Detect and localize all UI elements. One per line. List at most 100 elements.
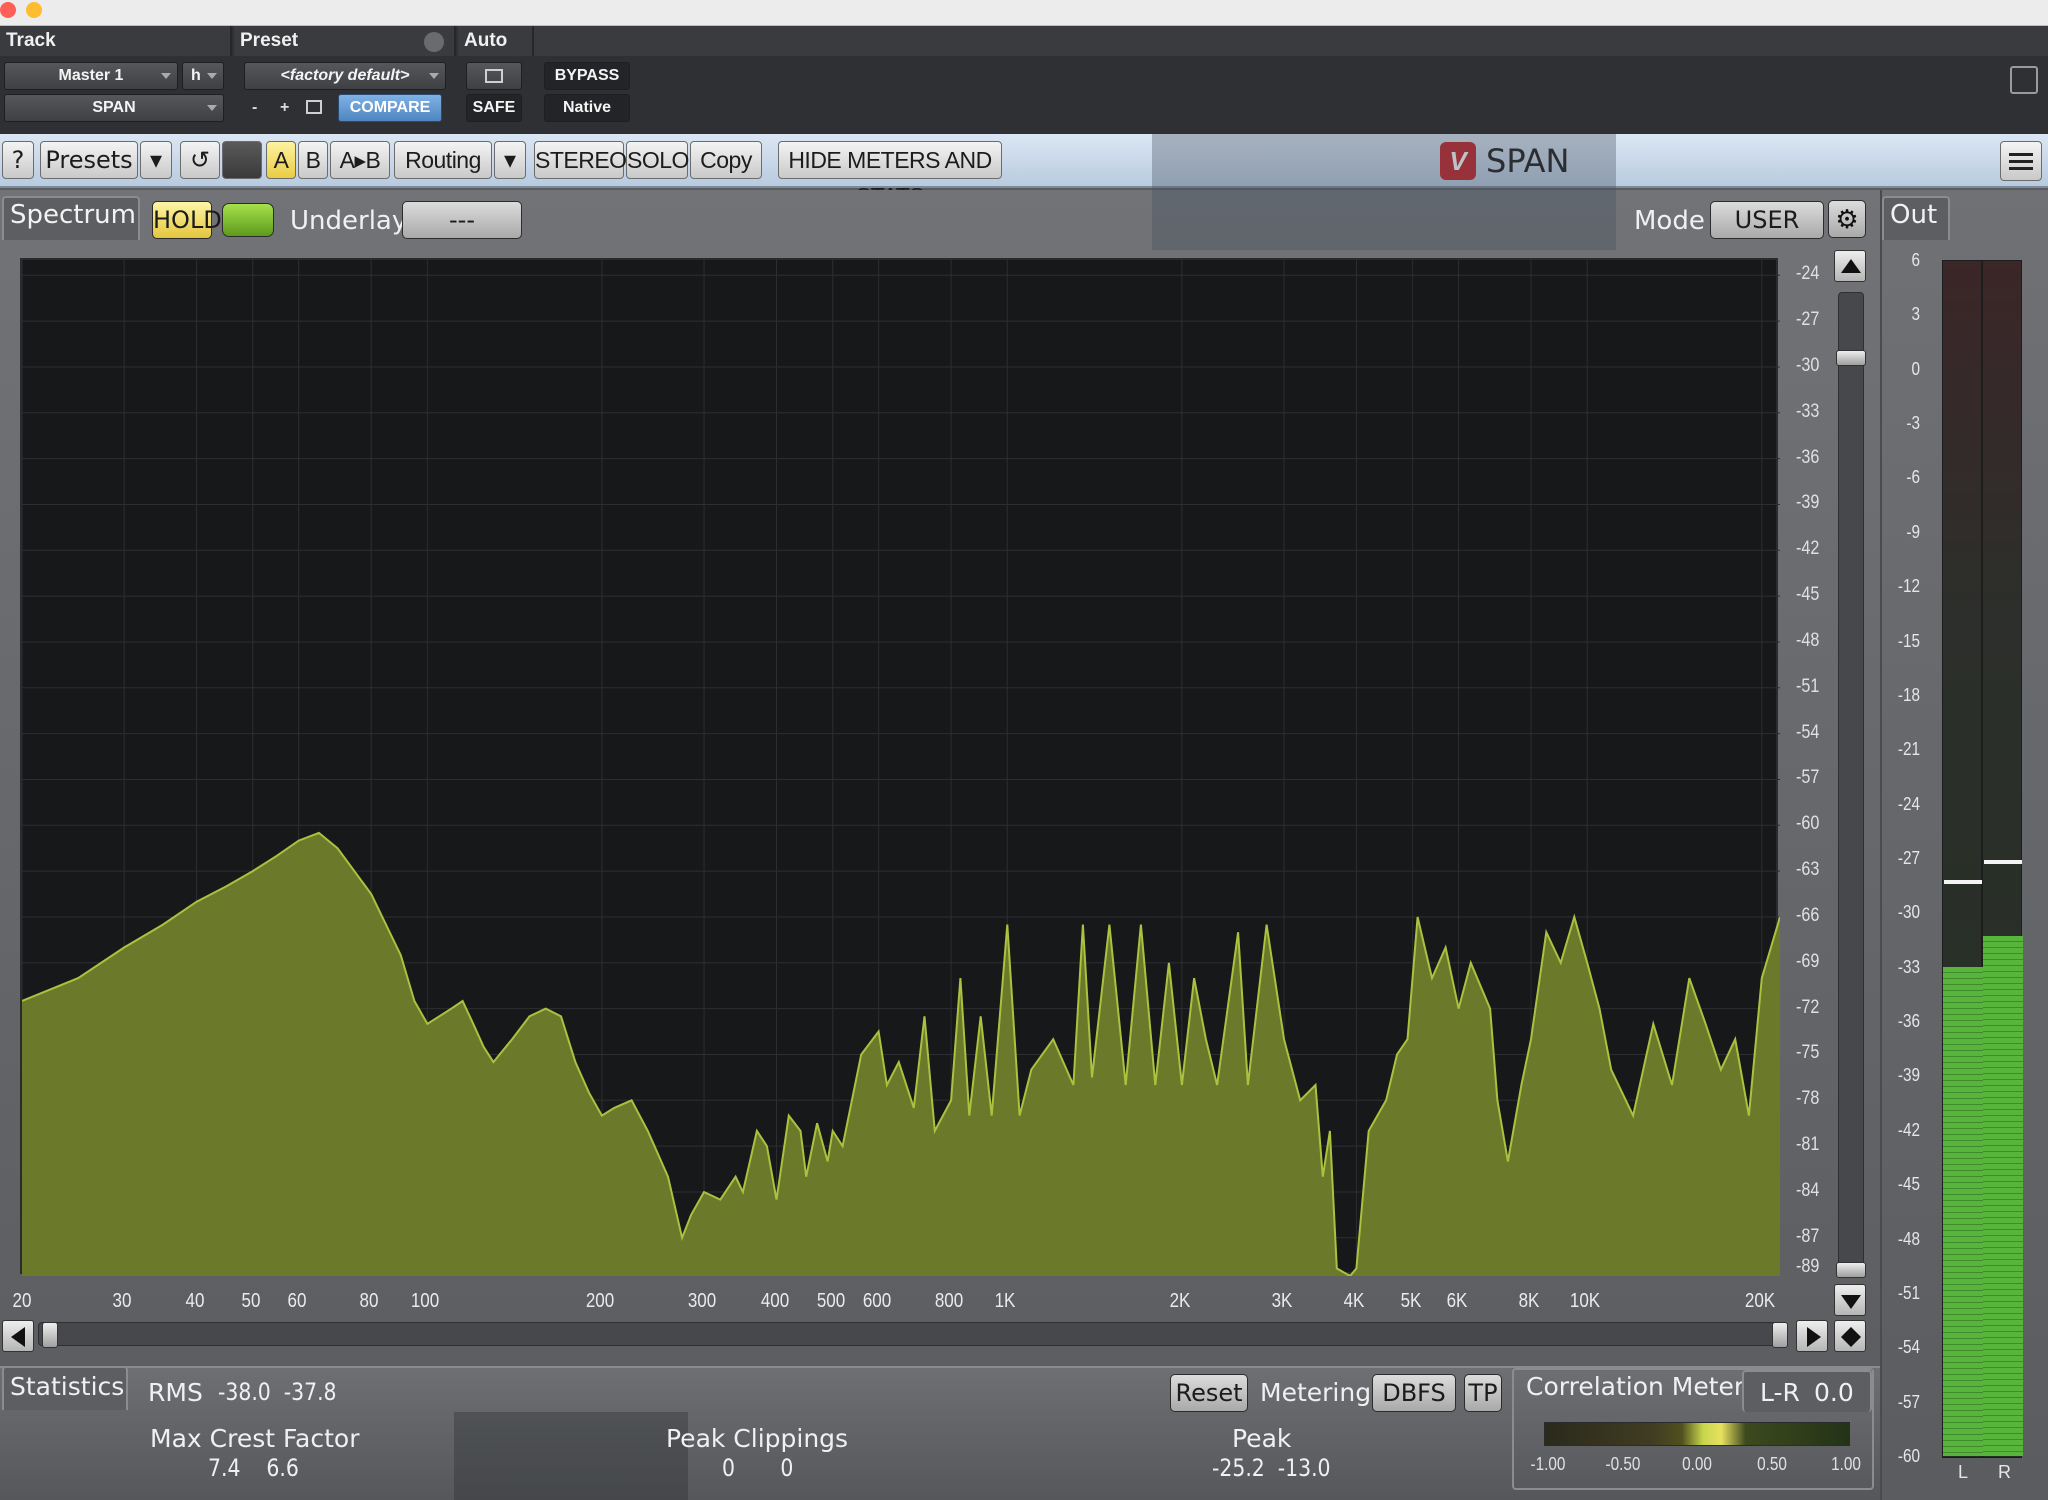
copy-button[interactable]: Copy <box>690 141 762 179</box>
max-crest-label: Max Crest Factor <box>150 1424 360 1453</box>
vertical-scroll-track[interactable] <box>1838 292 1864 1272</box>
plugin-host-header: Track Preset Auto Master 1 h SPAN <facto… <box>0 26 2048 134</box>
db-tick-label: -36 <box>1796 446 1820 468</box>
redo-button[interactable] <box>222 141 262 179</box>
correlation-meter-title: Correlation Meter <box>1526 1372 1745 1401</box>
frequency-tick-label: 10K <box>1570 1290 1601 1312</box>
copy-settings-icon[interactable] <box>306 100 322 114</box>
scroll-left-button[interactable] <box>2 1320 34 1352</box>
statistics-tab[interactable]: Statistics <box>10 1372 124 1401</box>
native-indicator: Native <box>544 94 630 122</box>
copy-a-to-b-button[interactable]: A▸B <box>330 141 390 179</box>
reset-stats-button[interactable]: Reset <box>1170 1374 1248 1412</box>
hold-button[interactable]: HOLD <box>152 201 222 239</box>
correlation-tick-label: 1.00 <box>1831 1454 1861 1474</box>
right-peak-hold <box>1984 859 2022 864</box>
scroll-right-button[interactable] <box>1796 1320 1828 1352</box>
minimize-window-button[interactable] <box>26 2 42 18</box>
frequency-tick-label: 100 <box>411 1290 440 1312</box>
db-tick-label: -69 <box>1796 950 1820 972</box>
db-tick-label: -89 <box>1796 1256 1820 1278</box>
frequency-tick-label: 300 <box>687 1290 717 1312</box>
frequency-tick-label: 3K <box>1271 1290 1293 1312</box>
stereo-button[interactable]: STEREO <box>534 141 627 179</box>
left-level-fill <box>1943 966 1983 1456</box>
metering-mode-selector[interactable]: DBFS <box>1372 1374 1456 1412</box>
help-button[interactable]: ? <box>2 141 34 179</box>
db-tick-label: -87 <box>1796 1225 1820 1247</box>
main-menu-button[interactable] <box>2000 141 2042 181</box>
spectrum-plot[interactable] <box>20 258 1780 1276</box>
presets-button[interactable]: Presets <box>40 141 138 179</box>
preset-selector[interactable]: <factory default> <box>244 62 446 90</box>
solo-button[interactable]: SOLO <box>626 141 689 179</box>
output-tick-label: -57 <box>1897 1391 1920 1412</box>
compare-button[interactable]: COMPARE <box>338 94 442 122</box>
mode-selector[interactable]: USER <box>1710 201 1824 239</box>
bypass-button[interactable]: BYPASS <box>544 62 630 90</box>
underlay-label: Underlay <box>290 206 408 236</box>
next-preset-button[interactable]: + <box>280 99 289 117</box>
preset-heading: Preset <box>234 26 456 56</box>
peak-label: Peak <box>1232 1424 1292 1453</box>
metering-label: Metering <box>1260 1378 1372 1407</box>
presets-dropdown-button[interactable]: ▾ <box>140 141 172 179</box>
correlation-tick-label: -1.00 <box>1530 1454 1566 1474</box>
previous-preset-button[interactable]: - <box>252 99 257 117</box>
undo-button[interactable]: ↺ <box>180 141 220 179</box>
output-tick-label: -30 <box>1897 902 1920 923</box>
output-tick-label: -60 <box>1897 1446 1920 1466</box>
frequency-tick-label: 4K <box>1344 1290 1365 1312</box>
close-window-button[interactable] <box>0 2 16 18</box>
reset-zoom-button[interactable] <box>1834 1320 1866 1352</box>
scroll-up-button[interactable] <box>1834 250 1866 282</box>
output-tick-label: -51 <box>1897 1282 1920 1303</box>
track-selector[interactable]: Master 1 <box>4 62 178 90</box>
spectrum-tab[interactable]: Spectrum <box>10 200 136 230</box>
frequency-tick-label: 30 <box>112 1290 132 1312</box>
settings-gear-icon[interactable]: ⚙ <box>1828 200 1866 238</box>
correlation-tick-label: 0.00 <box>1682 1454 1712 1474</box>
db-tick-label: -75 <box>1796 1042 1820 1064</box>
plugin-selector[interactable]: SPAN <box>4 94 224 122</box>
frequency-tick-label: 500 <box>816 1290 845 1312</box>
output-tick-label: -3 <box>1906 413 1920 434</box>
frequency-tick-label: 400 <box>760 1290 789 1312</box>
true-peak-button[interactable]: TP <box>1464 1374 1502 1412</box>
target-window-button[interactable] <box>2010 66 2038 94</box>
automation-button[interactable] <box>466 62 522 90</box>
spectrum-color-button[interactable] <box>222 203 274 237</box>
correlation-mode[interactable]: L-R <box>1760 1378 1800 1407</box>
vertical-scroll-thumb-top[interactable] <box>1836 350 1866 366</box>
db-tick-label: -45 <box>1796 584 1820 606</box>
frequency-tick-label: 5K <box>1400 1290 1422 1312</box>
routing-button[interactable]: Routing <box>394 141 492 179</box>
safe-button[interactable]: SAFE <box>466 94 522 122</box>
vertical-scroll-thumb-bottom[interactable] <box>1836 1262 1866 1278</box>
frequency-tick-label: 80 <box>359 1290 379 1312</box>
auto-heading: Auto <box>458 26 534 56</box>
track-insert-selector[interactable]: h <box>182 62 224 90</box>
db-tick-label: -84 <box>1796 1179 1820 1201</box>
out-tab[interactable]: Out <box>1890 200 1937 230</box>
hide-meters-and-stats-button[interactable]: HIDE METERS AND STATS <box>778 141 1002 209</box>
underlay-selector[interactable]: --- <box>402 201 522 239</box>
horizontal-scroll-thumb-left[interactable] <box>42 1322 58 1348</box>
peak-clippings-label: Peak Clippings <box>666 1424 849 1453</box>
output-tick-label: -6 <box>1906 467 1920 488</box>
db-tick-label: -39 <box>1796 492 1820 514</box>
rms-values: -38.0 -37.8 <box>218 1378 337 1406</box>
output-tick-label: -36 <box>1897 1011 1920 1032</box>
horizontal-scroll-thumb-right[interactable] <box>1772 1322 1788 1348</box>
db-tick-label: -72 <box>1796 996 1820 1018</box>
db-tick-label: -60 <box>1796 813 1820 835</box>
horizontal-scroll-track[interactable] <box>38 1322 1780 1346</box>
preset-menu-icon[interactable] <box>424 32 444 52</box>
state-b-button[interactable]: B <box>298 141 328 179</box>
db-tick-label: -54 <box>1796 721 1820 743</box>
frequency-tick-label: 2K <box>1169 1290 1191 1312</box>
routing-dropdown-button[interactable]: ▾ <box>494 141 526 179</box>
scroll-down-button[interactable] <box>1834 1284 1866 1316</box>
state-a-button[interactable]: A <box>266 141 296 179</box>
output-tick-label: -33 <box>1897 956 1920 977</box>
